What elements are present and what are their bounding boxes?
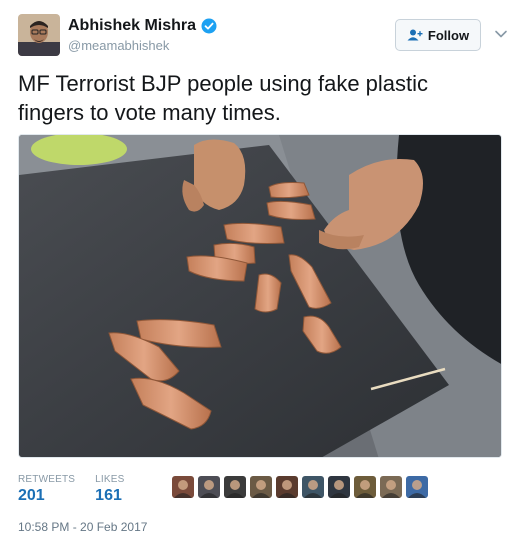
author-info[interactable]: Abhishek Mishra @meamabhishek: [68, 17, 217, 53]
liker-avatars: [172, 476, 428, 498]
tweet-timestamp[interactable]: 10:58 PM - 20 Feb 2017: [18, 520, 147, 534]
liker-avatar[interactable]: [250, 476, 272, 498]
follow-label: Follow: [427, 27, 470, 43]
liker-avatar[interactable]: [354, 476, 376, 498]
likes-label: LIKES: [95, 474, 125, 485]
author-display-name[interactable]: Abhishek Mishra: [68, 17, 196, 35]
retweets-stat[interactable]: RETWEETS 201: [18, 474, 75, 505]
verified-badge-icon: [201, 18, 217, 34]
liker-avatar[interactable]: [172, 476, 194, 498]
retweets-label: RETWEETS: [18, 474, 76, 485]
liker-avatar[interactable]: [328, 476, 350, 498]
liker-avatar[interactable]: [276, 476, 298, 498]
author-avatar[interactable]: [18, 14, 60, 56]
tweet-text: MF Terrorist BJP people using fake plast…: [18, 71, 429, 125]
liker-avatar[interactable]: [224, 476, 246, 498]
tweet-card: Abhishek Mishra @meamabhishek Follow MF …: [0, 0, 522, 544]
follow-button[interactable]: Follow: [395, 19, 481, 51]
liker-avatar[interactable]: [198, 476, 220, 498]
tweet-stats: RETWEETS 201 LIKES 161: [18, 474, 145, 505]
likes-count[interactable]: 161: [95, 487, 124, 505]
tweet-photo[interactable]: [18, 134, 502, 458]
chevron-down-icon[interactable]: [494, 27, 508, 41]
add-user-icon: [407, 29, 423, 41]
liker-avatar[interactable]: [302, 476, 324, 498]
photo-fake-fingers: [19, 135, 501, 457]
retweets-count[interactable]: 201: [18, 487, 75, 505]
liker-avatar[interactable]: [380, 476, 402, 498]
liker-avatar[interactable]: [406, 476, 428, 498]
author-handle[interactable]: @meamabhishek: [68, 38, 217, 53]
likes-stat[interactable]: LIKES 161: [95, 474, 124, 505]
